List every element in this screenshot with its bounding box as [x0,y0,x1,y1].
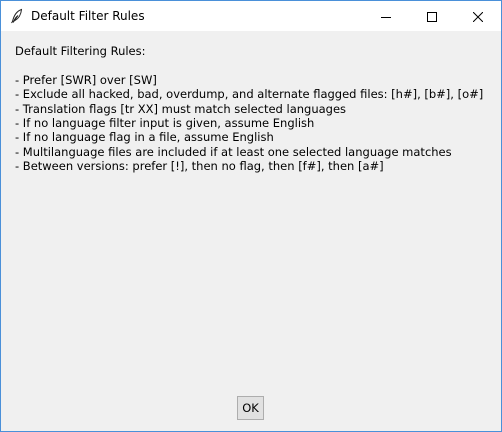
rules-list: - Prefer [SWR] over [SW] - Exclude all h… [15,73,483,174]
rule-item: - If no language flag in a file, assume … [15,130,274,145]
feather-icon [9,8,25,24]
ok-button[interactable]: OK [237,396,264,420]
rule-item: - Exclude all hacked, bad, overdump, and… [15,87,484,102]
close-icon [472,7,484,26]
rule-item: - If no language filter input is given, … [15,116,315,131]
rule-item: - Multilanguage files are included if at… [15,144,452,159]
minimize-button[interactable] [363,1,409,31]
rule-item: - Prefer [SWR] over [SW] [15,72,157,87]
rule-item: - Translation flags [tr XX] must match s… [15,101,347,116]
maximize-icon [427,7,437,26]
title-bar[interactable]: Default Filter Rules [1,1,501,31]
rules-heading: Default Filtering Rules: [15,44,146,58]
dialog-content: Default Filtering Rules: - Prefer [SWR] … [1,31,501,431]
minimize-icon [381,7,391,26]
maximize-button[interactable] [409,1,455,31]
window-title: Default Filter Rules [31,9,145,23]
rule-item: - Between versions: prefer [!], then no … [15,159,384,174]
close-button[interactable] [455,1,501,31]
dialog-window: Default Filter Rules Default Filtering R… [0,0,502,432]
